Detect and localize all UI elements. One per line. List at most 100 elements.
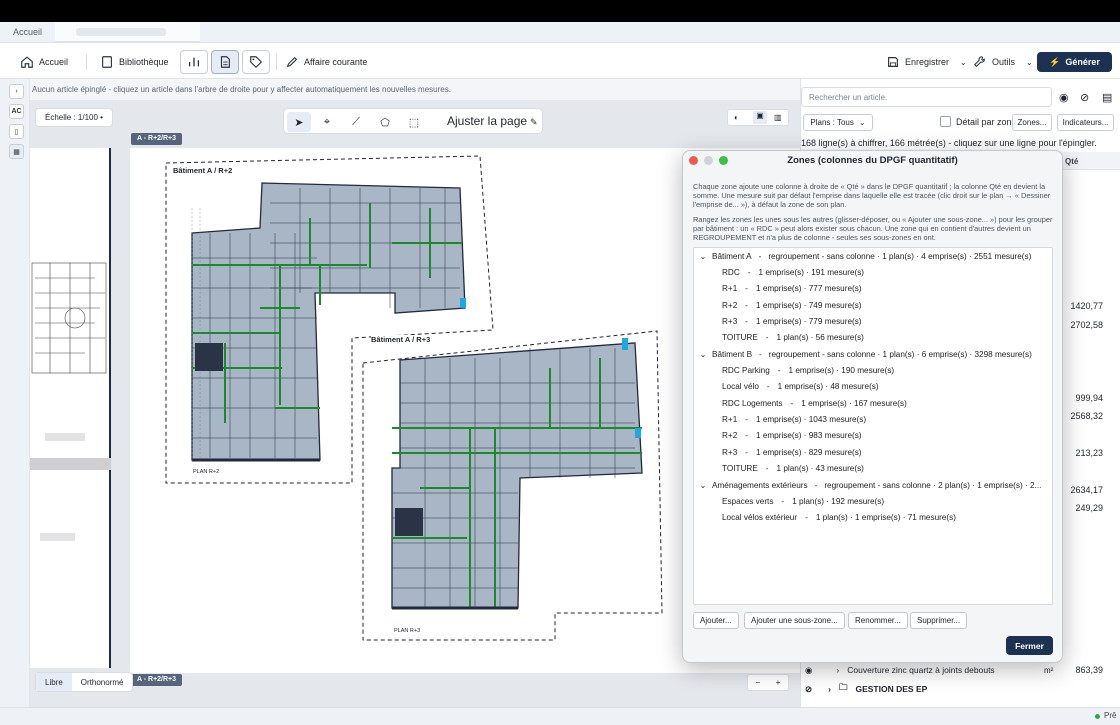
tab-home[interactable]: Accueil <box>0 22 55 43</box>
zone-detail: 1 emprise(s) · 749 mesure(s) <box>755 300 862 310</box>
mode-free[interactable]: Libre <box>36 673 72 691</box>
indicators-button[interactable]: Indicateurs... <box>1057 114 1114 131</box>
zone-row[interactable]: R+2-1 emprise(s) · 749 mesure(s) <box>722 297 862 313</box>
current-affair-label: Affaire courante <box>304 57 368 67</box>
chevron-down-icon[interactable]: ⌄ <box>960 58 967 67</box>
layer-icon[interactable]: ▣ <box>753 111 767 124</box>
eye-icon[interactable]: ◉ <box>805 665 812 676</box>
tools-button[interactable]: Outils ⌄ <box>968 51 1038 73</box>
page-icon: ▯ <box>14 128 19 136</box>
chevron-down-icon[interactable]: ⌄ <box>694 349 712 359</box>
status-dot <box>1095 714 1100 719</box>
plan-b-label: Bâtiment A / R+3 <box>371 335 431 344</box>
tab-document[interactable] <box>55 22 200 43</box>
save-button[interactable]: Enregistrer ⌄ <box>881 51 972 73</box>
zone-row[interactable]: Local vélo -1 emprise(s) · 48 mesure(s) <box>722 378 879 394</box>
rail-document-button[interactable]: ▯ <box>9 124 24 139</box>
plans-filter[interactable]: Plans : Tous ⌄ <box>803 114 873 131</box>
zone-name: R+1 <box>722 283 738 293</box>
document-view-button[interactable] <box>211 50 239 74</box>
current-affair-button[interactable]: Affaire courante <box>280 51 372 73</box>
pencil-icon[interactable]: ✎ <box>530 117 538 128</box>
plan-b-caption: PLAN R+3 <box>394 628 421 634</box>
zone-name: RDC Parking <box>722 365 770 375</box>
rename-zone-button[interactable]: Renommer... <box>848 612 908 629</box>
zoom-in-button[interactable]: + <box>776 678 781 687</box>
zone-row[interactable]: R+1-1 emprise(s) · 777 mesure(s) <box>722 280 862 296</box>
rail-grid-button[interactable]: ▦ <box>9 144 24 159</box>
fit-page-button[interactable]: Ajuster la page <box>447 114 527 128</box>
qty-column-header[interactable]: Qté <box>1065 157 1078 166</box>
expand-rail-button[interactable]: › <box>9 84 24 99</box>
mode-orthonormal[interactable]: Orthonormé <box>72 673 133 691</box>
zone-name: RDC Logements <box>722 398 783 408</box>
line-tool[interactable]: ⟋ <box>344 112 368 132</box>
chevron-down-icon[interactable]: ⌄ <box>694 480 712 490</box>
delete-zone-button[interactable]: Supprimer... <box>910 612 968 629</box>
dash: - <box>765 463 769 473</box>
document-icon[interactable]: ▤ <box>1102 91 1112 104</box>
select-tool[interactable]: ➤ <box>287 112 311 132</box>
qty-cell: 1420,77 <box>1070 301 1103 311</box>
zone-detail: 1 emprise(s) · 1043 mesure(s) <box>755 414 867 424</box>
generate-button[interactable]: ⚡ Générer <box>1037 52 1112 72</box>
close-dialog-button[interactable]: Fermer <box>1006 636 1053 655</box>
save-icon <box>888 57 898 67</box>
area-tool[interactable]: ⬚ <box>402 112 426 132</box>
zone-row[interactable]: R+2-1 emprise(s) · 983 mesure(s) <box>722 427 862 443</box>
table-row[interactable]: ⊘ › 🗀 GESTION DES EP <box>805 681 927 697</box>
zone-detail: 1 emprise(s) · 48 mesure(s) <box>777 381 879 391</box>
home-icon <box>21 56 33 68</box>
zone-row[interactable]: R+3-1 emprise(s) · 829 mesure(s) <box>722 444 862 460</box>
plans-filter-label: Plans : Tous <box>810 118 854 127</box>
zone-row[interactable]: RDC -1 emprise(s) · 191 mesure(s) <box>722 264 864 280</box>
zone-detail: 1 plan(s) · 43 mesure(s) <box>776 463 864 473</box>
zone-detail: 1 emprise(s) · 167 mesure(s) <box>801 398 907 408</box>
library-button[interactable]: Bibliothèque <box>95 51 174 73</box>
point-tool[interactable]: ⌖ <box>315 112 339 132</box>
zone-row[interactable]: TOITURE -1 plan(s) · 43 mesure(s) <box>722 460 864 476</box>
table-row[interactable]: ◉ › Couverture zinc quartz à joints debo… <box>805 662 995 678</box>
zone-row[interactable]: RDC Parking -1 emprise(s) · 190 mesure(s) <box>722 362 894 378</box>
eye-off-icon[interactable]: ⊘ <box>805 684 812 695</box>
zone-name: Bâtiment A <box>712 251 752 261</box>
zones-button[interactable]: Zones... <box>1012 114 1052 131</box>
zone-group-row[interactable]: ⌄ Bâtiment B - regroupement - sans colonne … <box>694 346 1032 362</box>
zone-group-row[interactable]: ⌄ Aménagements extérieurs - regroupement - … <box>694 477 1042 493</box>
chevron-down-icon[interactable]: ⌄ <box>694 251 712 261</box>
home-button[interactable]: Accueil <box>15 51 73 73</box>
scale-selector[interactable]: Échelle : 1/100 • <box>35 108 113 127</box>
add-zone-button[interactable]: Ajouter... <box>693 612 739 629</box>
add-subzone-button[interactable]: Ajouter une sous-zone... <box>744 612 845 629</box>
zone-row[interactable]: RDC Logements -1 emprise(s) · 167 mesure(… <box>722 395 907 411</box>
polygon-tool[interactable]: ⬠ <box>373 112 397 132</box>
zone-detail: 1 emprise(s) · 777 mesure(s) <box>755 283 862 293</box>
adjacent-sheet <box>30 148 111 668</box>
chevron-right-icon[interactable]: › <box>836 665 839 675</box>
zone-row[interactable]: R+3-1 emprise(s) · 779 mesure(s) <box>722 313 862 329</box>
wrench-icon <box>974 56 985 68</box>
rail-ac-button[interactable]: AC <box>9 104 24 119</box>
eye-icon[interactable]: ◉ <box>1059 91 1069 104</box>
detail-zone-checkbox[interactable] <box>940 116 951 127</box>
qty-cell: 249,29 <box>1075 503 1103 513</box>
chart-view-button[interactable] <box>180 50 208 74</box>
tag-button[interactable] <box>242 50 270 74</box>
zone-row[interactable]: R+1-1 emprise(s) · 1043 mesure(s) <box>722 411 866 427</box>
chevron-down-icon[interactable]: ⌄ <box>1026 58 1033 67</box>
zone-group-row[interactable]: ⌄ Bâtiment A - regroupement - sans colonne … <box>694 248 1032 264</box>
contrast-icon[interactable]: ◐ <box>734 113 739 122</box>
eye-off-icon[interactable]: ⊘ <box>1080 91 1089 104</box>
dash: - <box>790 398 794 408</box>
zone-row[interactable]: TOITURE -1 plan(s) · 56 mesure(s) <box>722 329 864 345</box>
zone-row[interactable]: Espaces verts -1 plan(s) · 192 mesure(s) <box>722 493 884 509</box>
zone-name: R+3 <box>722 316 738 326</box>
document-icon <box>220 56 230 68</box>
panel-icon[interactable]: ▥ <box>774 113 782 122</box>
book-icon <box>102 56 112 68</box>
zoom-out-button[interactable]: − <box>756 678 761 687</box>
zone-row[interactable]: Local vélos extérieur -1 plan(s) · 1 empr… <box>722 509 956 525</box>
page-label-bottom: A - R+2/R+3 <box>131 674 183 686</box>
article-search-input[interactable]: Rechercher un article. <box>801 87 1052 107</box>
chevron-right-icon[interactable]: › <box>828 684 831 694</box>
